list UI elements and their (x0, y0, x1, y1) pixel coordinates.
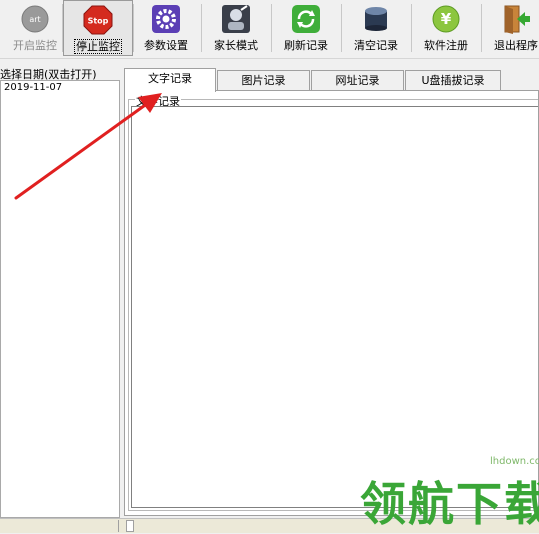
parent-mode-label: 家长模式 (214, 39, 258, 52)
status-pane (126, 520, 134, 532)
start-monitor-label: 开启监控 (13, 39, 57, 52)
exit-button[interactable]: 退出程序 (481, 0, 539, 56)
clear-records-label: 清空记录 (354, 39, 398, 52)
refresh-label: 刷新记录 (284, 39, 328, 52)
tab-url-records[interactable]: 网址记录 (311, 70, 404, 90)
watermark-logo: 领航下载 (360, 477, 539, 531)
svg-text:Stop: Stop (88, 17, 109, 26)
refresh-button[interactable]: 刷新记录 (271, 0, 341, 56)
register-button[interactable]: ¥ 软件注册 (411, 0, 481, 56)
svg-text:art: art (29, 15, 40, 24)
parent-mode-icon (222, 5, 250, 33)
tab-strip: 文字记录 图片记录 网址记录 U盘插拔记录 (124, 68, 539, 92)
start-monitor-button[interactable]: art 开启监控 (0, 0, 70, 56)
watermark-url: lhdown.com (490, 456, 539, 467)
stop-monitor-button[interactable]: Stop 停止监控 (63, 0, 133, 56)
yen-coin-icon: ¥ (432, 5, 460, 33)
parent-mode-button[interactable]: 家长模式 (201, 0, 271, 56)
stop-monitor-label: 停止监控 (74, 39, 122, 54)
exit-door-icon (504, 5, 530, 34)
database-clear-icon (365, 7, 387, 31)
svg-text:¥: ¥ (441, 10, 452, 28)
settings-label: 参数设置 (144, 39, 188, 52)
status-divider (118, 520, 119, 532)
settings-button[interactable]: 参数设置 (131, 0, 201, 56)
text-records-area[interactable] (131, 106, 538, 508)
date-list[interactable]: 2019-11-07 (0, 80, 120, 518)
clear-records-button[interactable]: 清空记录 (341, 0, 411, 56)
date-list-item[interactable]: 2019-11-07 (1, 81, 119, 94)
register-label: 软件注册 (424, 39, 468, 52)
start-icon: art (21, 5, 49, 33)
text-records-group: 文字记录 (128, 93, 538, 511)
tab-page-text-records: 文字记录 (124, 90, 539, 516)
refresh-icon (292, 5, 320, 33)
exit-label: 退出程序 (494, 39, 538, 52)
gear-icon (152, 5, 180, 33)
date-panel: 选择日期(双击打开) 2019-11-07 (0, 66, 120, 518)
tab-usb-records[interactable]: U盘插拔记录 (405, 70, 501, 90)
toolbar: art 开启监控 Stop 停止监控 参数设置 家长模式 刷新记录 清空记录 ¥… (0, 0, 539, 59)
tab-text-records[interactable]: 文字记录 (124, 68, 216, 92)
stop-sign-icon: Stop (83, 5, 113, 35)
tab-image-records[interactable]: 图片记录 (217, 70, 310, 90)
